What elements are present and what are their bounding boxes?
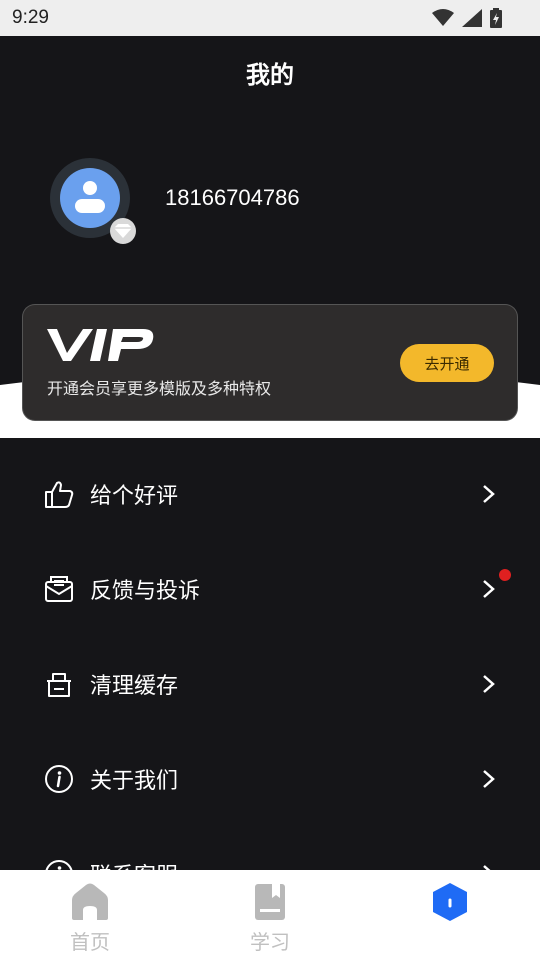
notification-badge: [499, 569, 511, 581]
menu-item-contact-service[interactable]: 联系客服: [0, 826, 540, 870]
book-icon: [255, 884, 285, 920]
menu-item-rate[interactable]: 给个好评: [0, 446, 540, 541]
basket-icon: [47, 672, 71, 697]
avatar-image: [60, 168, 120, 228]
signal-icon: [462, 9, 482, 27]
profile-hexagon-icon: [433, 883, 467, 921]
diamond-icon: [110, 218, 136, 244]
wifi-icon: [432, 9, 454, 26]
status-icons: [432, 8, 502, 28]
menu-item-clear-cache[interactable]: 清理缓存: [0, 636, 540, 731]
battery-icon: [490, 8, 502, 28]
user-phone[interactable]: 18166704786: [165, 185, 300, 211]
bottom-tab-bar: 首页 学习: [0, 870, 540, 960]
tab-profile[interactable]: [360, 870, 540, 960]
tab-label: 首页: [70, 930, 110, 954]
tab-home[interactable]: 首页: [0, 870, 180, 960]
info-icon: [45, 859, 73, 870]
menu-item-label: 反馈与投诉: [90, 578, 201, 604]
menu-item-feedback[interactable]: 反馈与投诉: [0, 541, 540, 636]
vip-description: 开通会员享更多模版及多种特权: [47, 379, 272, 398]
chevron-right-icon: [483, 674, 495, 693]
chevron-right-icon: [483, 769, 495, 788]
page-title: 我的: [246, 61, 294, 89]
vip-subscribe-button[interactable]: 去开通: [400, 344, 494, 382]
info-icon: [45, 764, 73, 793]
menu-item-label: 清理缓存: [90, 673, 179, 699]
chevron-right-icon: [483, 864, 491, 870]
vip-card[interactable]: 开通会员享更多模版及多种特权 去开通: [23, 305, 517, 420]
chevron-right-icon: [483, 484, 495, 503]
vip-logo: [47, 329, 154, 361]
menu-item-label: 给个好评: [90, 483, 179, 509]
chevron-right-icon: [483, 579, 495, 598]
menu-item-label: 关于我们: [90, 768, 179, 794]
mail-feedback-icon: [45, 575, 73, 602]
thumbs-up-icon: [45, 480, 74, 508]
tab-label: 学习: [250, 930, 290, 954]
menu-item-about[interactable]: 关于我们: [0, 731, 540, 826]
menu-item-label: 联系客服: [90, 858, 178, 871]
status-time: 9:29: [12, 7, 49, 28]
home-icon: [72, 883, 108, 920]
tab-study[interactable]: 学习: [180, 870, 360, 960]
status-bar: 9:29: [0, 0, 540, 36]
settings-menu: 给个好评 反馈与投诉 清理缓存 关于我们: [0, 438, 540, 870]
